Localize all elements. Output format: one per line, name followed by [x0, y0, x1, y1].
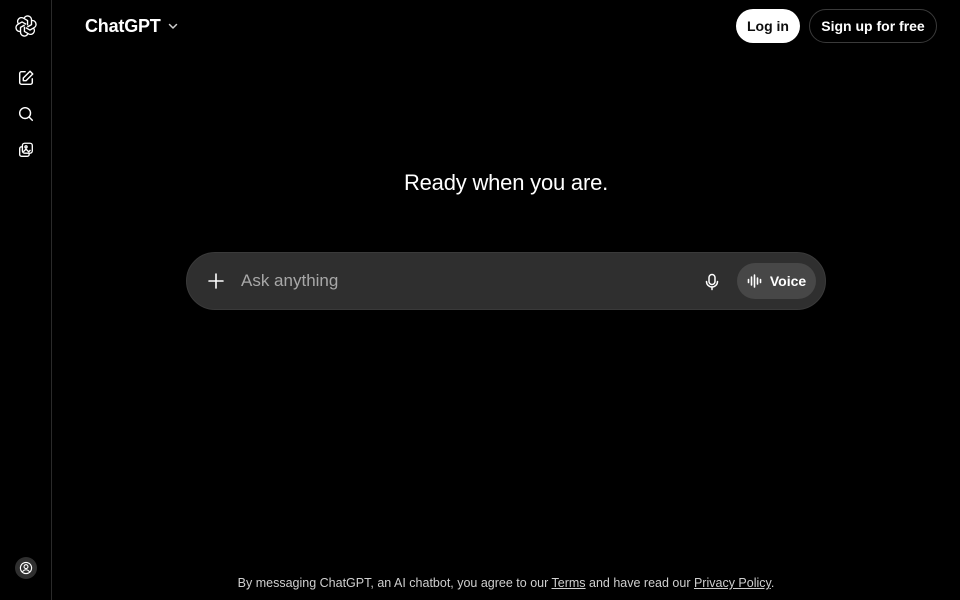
voice-label: Voice: [769, 273, 807, 289]
library-icon: [19, 142, 33, 157]
dictate-button[interactable]: [699, 270, 725, 294]
chat-composer: Voice: [186, 252, 826, 310]
model-switcher[interactable]: ChatGPT: [85, 14, 179, 38]
microphone-icon: [705, 273, 719, 291]
sidebar-rail: [0, 0, 52, 600]
plus-icon: [208, 273, 224, 289]
terms-link[interactable]: Terms: [552, 576, 586, 590]
legal-footer: By messaging ChatGPT, an AI chatbot, you…: [52, 576, 960, 590]
profile-avatar: [15, 557, 37, 579]
profile-button[interactable]: [12, 554, 40, 582]
footer-middle: and have read our: [585, 576, 694, 590]
voice-mode-button[interactable]: Voice: [737, 263, 816, 299]
openai-logo-icon: [15, 15, 37, 37]
voice-waveform-icon: [747, 274, 762, 288]
prompt-input[interactable]: [241, 269, 681, 293]
library-button[interactable]: [12, 136, 40, 164]
search-button[interactable]: [12, 100, 40, 128]
profile-icon: [19, 561, 33, 575]
attach-button[interactable]: [203, 268, 229, 294]
privacy-policy-link[interactable]: Privacy Policy: [694, 576, 771, 590]
chevron-down-icon: [168, 23, 177, 29]
openai-logo-button[interactable]: [12, 12, 40, 40]
new-chat-button[interactable]: [12, 64, 40, 92]
search-icon: [18, 106, 34, 122]
footer-suffix: .: [770, 576, 775, 590]
app-root: ChatGPT Log in Sign up for free Ready wh…: [0, 0, 960, 600]
new-chat-icon: [18, 70, 34, 86]
signup-button[interactable]: Sign up for free: [809, 9, 937, 43]
page-title: Ready when you are.: [403, 170, 609, 195]
login-button[interactable]: Log in: [736, 9, 800, 43]
footer-prefix: By messaging ChatGPT, an AI chatbot, you…: [237, 576, 552, 590]
model-name: ChatGPT: [85, 15, 161, 36]
